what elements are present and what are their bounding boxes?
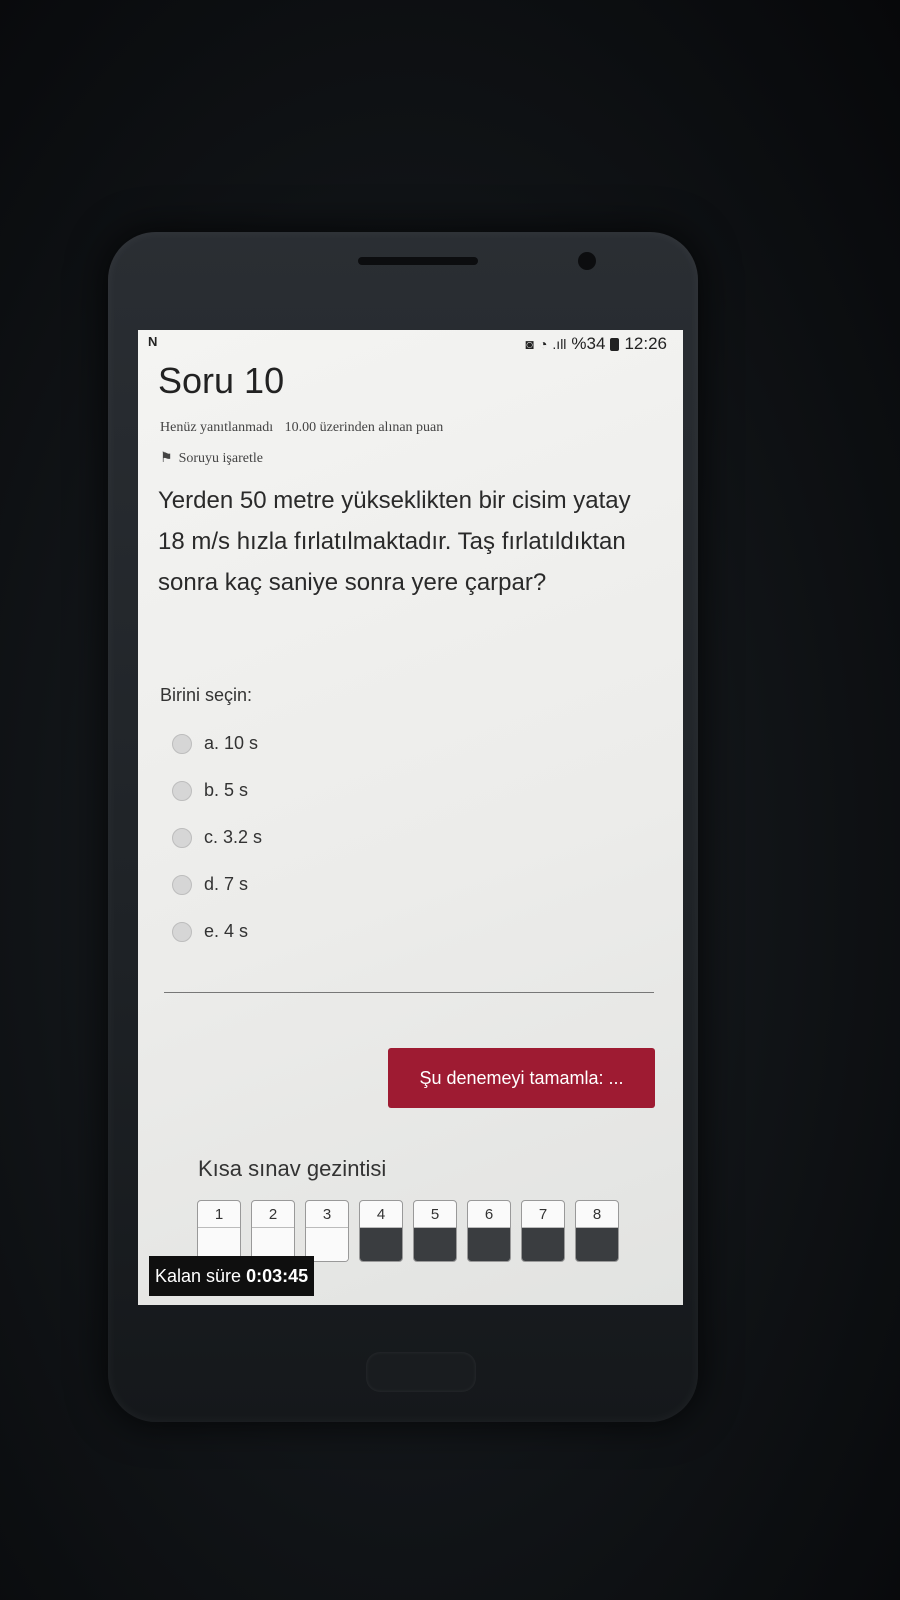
status-right: ◙ ◔ .ıll %34 12:26	[525, 334, 667, 354]
timer-value: 0:03:45	[246, 1265, 309, 1286]
question-title: Soru 10	[158, 360, 285, 401]
question-text: Yerden 50 metre yükseklikten bir cisim y…	[158, 487, 631, 596]
nav-status	[576, 1227, 618, 1261]
home-button[interactable]	[366, 1352, 476, 1392]
phone-screen: N ◙ ◔ .ıll %34 12:26 Soru 10 Henüz yanıt…	[138, 330, 683, 1305]
nav-number: 7	[538, 1205, 548, 1223]
divider	[164, 992, 654, 993]
finish-attempt-button[interactable]: Şu denemeyi tamamla: ...	[388, 1048, 655, 1108]
nav-number: 4	[376, 1205, 386, 1223]
nav-number: 6	[484, 1205, 494, 1223]
battery-icon	[610, 337, 620, 351]
nav-number: 2	[268, 1205, 278, 1223]
answer-option-d[interactable]: d. 7 s	[172, 861, 262, 908]
question-state: Henüz yanıtlanmadı	[160, 420, 274, 435]
nav-status	[468, 1227, 510, 1261]
nav-question-3[interactable]: 3	[305, 1200, 349, 1262]
time-remaining: Kalan süre 0:03:45	[149, 1256, 315, 1296]
choose-label: Birini seçin:	[160, 685, 253, 705]
nav-status	[414, 1227, 456, 1261]
quiz-navigation-title: Kısa sınav gezintisi	[198, 1156, 387, 1181]
status-time: 12:26	[624, 334, 667, 353]
timer-label: Kalan süre	[155, 1265, 242, 1286]
notification-icon: N	[148, 334, 158, 349]
question-info: Henüz yanıtlanmadı 10.00 üzerinden alına…	[160, 420, 451, 436]
answer-option-e[interactable]: e. 4 s	[172, 908, 262, 955]
answer-option-b[interactable]: b. 5 s	[172, 767, 262, 814]
radio-button[interactable]	[172, 733, 192, 754]
nav-question-2[interactable]: 2	[251, 1200, 295, 1262]
question-points: 10.00 üzerinden alınan puan	[284, 420, 444, 435]
flag-question-link[interactable]: ⚑ Soruyu işaretle	[160, 450, 263, 467]
quiz-navigation: 1 2 3 4 5 6 7 8	[197, 1200, 619, 1262]
option-label: e. 4 s	[204, 921, 249, 941]
nav-status	[360, 1227, 402, 1261]
option-label: d. 7 s	[204, 874, 249, 894]
wifi-icon: ◔	[538, 336, 548, 352]
status-bar: N ◙ ◔ .ıll %34 12:26	[138, 334, 683, 360]
nav-question-8[interactable]: 8	[575, 1200, 619, 1262]
phone-speaker	[358, 257, 478, 265]
nav-status	[522, 1227, 564, 1261]
nav-number: 5	[430, 1205, 440, 1223]
radio-button[interactable]	[172, 827, 192, 848]
signal-icon: .ıll	[552, 336, 567, 352]
nav-number: 8	[592, 1205, 602, 1223]
nav-question-4[interactable]: 4	[359, 1200, 403, 1262]
nav-question-5[interactable]: 5	[413, 1200, 457, 1262]
phone-camera	[578, 252, 596, 270]
flag-label: Soruyu işaretle	[178, 450, 263, 466]
nav-question-7[interactable]: 7	[521, 1200, 565, 1262]
option-label: c. 3.2 s	[204, 827, 263, 847]
nav-number: 1	[214, 1205, 224, 1223]
answer-option-c[interactable]: c. 3.2 s	[172, 814, 262, 861]
nav-question-1[interactable]: 1	[197, 1200, 241, 1262]
battery-text: %34	[571, 334, 606, 353]
radio-button[interactable]	[172, 780, 192, 801]
radio-button[interactable]	[172, 874, 192, 895]
alarm-icon: ◙	[525, 336, 534, 352]
answer-option-a[interactable]: a. 10 s	[172, 720, 262, 767]
answer-options: a. 10 s b. 5 s c. 3.2 s d. 7 s e. 4 s	[172, 720, 262, 955]
flag-icon: ⚑	[160, 451, 173, 466]
option-label: b. 5 s	[204, 780, 249, 800]
radio-button[interactable]	[172, 921, 192, 942]
option-label: a. 10 s	[204, 733, 259, 753]
nav-question-6[interactable]: 6	[467, 1200, 511, 1262]
nav-number: 3	[322, 1205, 332, 1223]
